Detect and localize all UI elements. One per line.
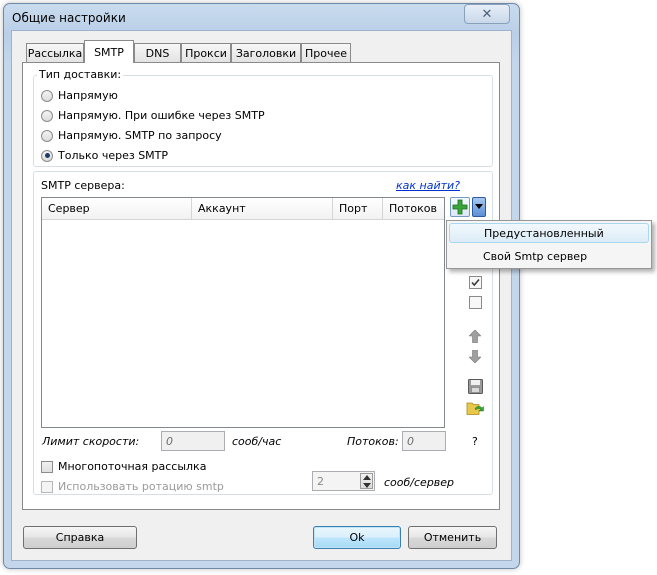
arrow-down-icon (469, 349, 481, 363)
load-list-button[interactable] (466, 400, 484, 416)
tab-label: SMTP (94, 45, 124, 59)
radio-label: Напрямую. При ошибке через SMTP (58, 109, 265, 122)
add-server-dropdown-button[interactable] (472, 197, 486, 217)
radio-direct-smtp-on-request[interactable]: Напрямую. SMTP по запросу (41, 129, 222, 142)
radio-direct[interactable]: Напрямую (41, 89, 118, 102)
plus-icon (452, 199, 468, 215)
spin-up-icon (363, 475, 371, 480)
column-label: Порт (339, 202, 368, 215)
menu-item-label: Свой Smtp сервер (483, 249, 588, 263)
check-all-button[interactable] (468, 275, 482, 289)
speed-limit-label: Лимит скорости: (42, 435, 140, 448)
dropdown-arrow-icon (475, 204, 483, 209)
speed-limit-input[interactable]: 0 (161, 431, 225, 451)
column-label: Сервер (48, 202, 90, 215)
threads-value: 0 (407, 434, 414, 448)
column-header-threads[interactable]: Потоков (383, 198, 444, 220)
button-label: Ok (349, 531, 365, 544)
move-up-button[interactable] (468, 329, 482, 343)
tab-headers[interactable]: Заголовки (231, 43, 301, 62)
menu-item-preset[interactable]: Предустановленный (449, 223, 649, 243)
multithread-checkbox[interactable]: Многопоточная рассылка (41, 460, 206, 473)
spinner-buttons[interactable] (360, 473, 373, 489)
radio-label: Напрямую. SMTP по запросу (58, 129, 222, 142)
button-label: Справка (55, 531, 105, 544)
speed-unit-label: сооб/час (232, 435, 282, 448)
radio-direct-fallback-smtp[interactable]: Напрямую. При ошибке через SMTP (41, 109, 265, 122)
uncheck-all-icon (468, 295, 482, 309)
tab-label: Прокси (185, 46, 227, 60)
save-list-button[interactable] (467, 378, 483, 394)
threads-input[interactable]: 0 (402, 431, 446, 451)
checkbox-label: Многопоточная рассылка (58, 460, 207, 473)
ok-button[interactable]: Ok (313, 526, 401, 549)
tab-mailing[interactable]: Рассылка (26, 43, 84, 62)
column-header-account[interactable]: Аккаунт (192, 198, 333, 220)
uncheck-all-button[interactable] (468, 295, 482, 309)
check-all-icon (468, 275, 482, 289)
window-title: Общие настройки (12, 11, 126, 25)
menu-item-label: Предустановленный (484, 226, 604, 240)
spinner-value: 2 (317, 474, 324, 488)
column-header-server[interactable]: Сервер (42, 198, 192, 220)
add-server-button[interactable] (450, 197, 470, 217)
tab-dns[interactable]: DNS (134, 43, 181, 62)
tab-label: Прочее (304, 46, 348, 60)
cancel-button[interactable]: Отменить (408, 526, 497, 549)
column-label: Потоков (389, 202, 437, 215)
radio-indicator (41, 89, 53, 102)
close-icon: ✕ (481, 6, 493, 22)
close-button[interactable]: ✕ (464, 4, 510, 24)
delivery-type-label: Тип доставки: (37, 68, 124, 81)
tab-other[interactable]: Прочее (301, 43, 351, 62)
help-question-icon[interactable]: ? (472, 435, 478, 448)
move-down-button[interactable] (468, 349, 482, 363)
button-label: Отменить (423, 531, 482, 544)
radio-indicator (41, 109, 53, 122)
checkbox-indicator (41, 480, 53, 493)
radio-smtp-only[interactable]: Только через SMTP (41, 149, 168, 162)
how-to-find-link[interactable]: как найти? (396, 179, 460, 192)
help-button[interactable]: Справка (23, 526, 137, 549)
tab-proxy[interactable]: Прокси (181, 43, 231, 62)
speed-limit-value: 0 (166, 434, 173, 448)
arrow-up-icon (469, 329, 481, 343)
threads-label: Потоков: (347, 435, 399, 448)
smtp-servers-label: SMTP сервера: (41, 179, 125, 192)
checkbox-label: Использовать ротацию smtp (58, 480, 224, 493)
tab-label: Рассылка (27, 46, 83, 60)
radio-indicator (41, 149, 53, 162)
rotation-unit-label: сооб/сервер (384, 476, 455, 489)
menu-item-custom-smtp[interactable]: Свой Smtp сервер (449, 246, 649, 266)
rotation-checkbox[interactable]: Использовать ротацию smtp (41, 480, 224, 493)
radio-label: Только через SMTP (58, 149, 169, 162)
radio-indicator (41, 129, 53, 142)
save-icon (467, 378, 483, 394)
radio-label: Напрямую (58, 89, 118, 102)
tab-label: Заголовки (235, 46, 297, 60)
spin-down-icon (363, 483, 371, 488)
add-server-menu: Предустановленный Свой Smtp сервер (446, 220, 652, 269)
open-folder-icon (466, 402, 484, 415)
tab-label: DNS (145, 46, 170, 60)
checkbox-indicator (41, 460, 53, 473)
column-header-port[interactable]: Порт (333, 198, 383, 220)
smtp-server-list[interactable]: Сервер Аккаунт Порт Потоков (41, 197, 445, 428)
tab-smtp[interactable]: SMTP (84, 40, 134, 63)
column-label: Аккаунт (198, 202, 246, 215)
